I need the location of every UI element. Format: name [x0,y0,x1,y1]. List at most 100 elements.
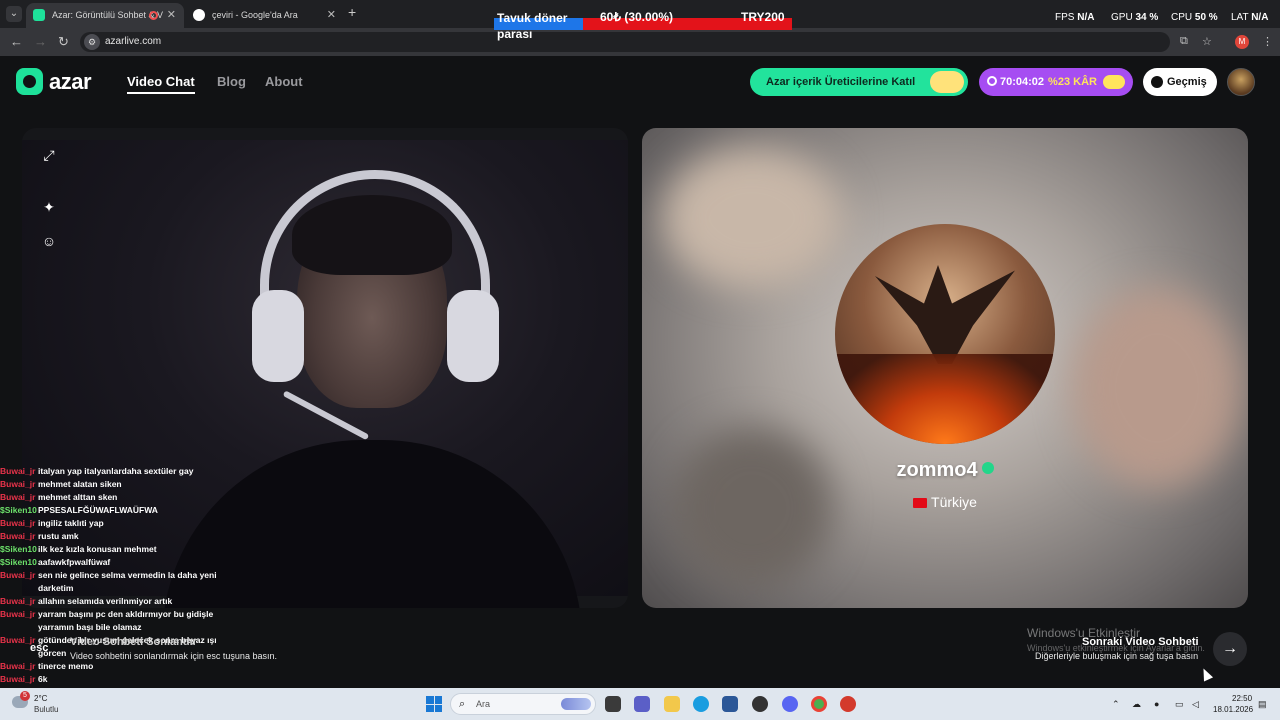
weather-temperature[interactable]: 2°C [34,694,47,703]
close-tab-icon[interactable]: ✕ [327,3,336,28]
chat-message: Buwai_jr mehmet alatan siken [0,478,240,491]
reload-icon[interactable]: ↻ [58,34,69,50]
partner-name: zommo4 [642,459,1248,482]
discord-icon[interactable] [782,696,798,712]
address-bar-row: ← → ↻ ⚙ azarlive.com ⧉ ☆ ⋮ [0,28,1280,56]
task-view-icon[interactable] [605,696,621,712]
nav-blog[interactable]: Blog [217,74,246,89]
forward-icon[interactable]: → [34,34,47,49]
show-hidden-icons-icon[interactable]: ⌃ [1112,699,1120,710]
chat-text: ingiliz taklıti yap [38,518,104,528]
stat-value: 34 % [1135,12,1159,23]
chrome-icon[interactable] [811,696,827,712]
clock-date[interactable]: 18.01.2026 [1213,705,1253,714]
donation-amount: 60₺ (30.00%) [600,10,674,24]
clock-icon [987,76,997,86]
chat-username: Buwai_jr [0,570,36,580]
nav-video-chat[interactable]: Video Chat [127,74,195,94]
teams-icon[interactable] [634,696,650,712]
history-icon [1151,76,1163,88]
recording-icon [149,11,158,20]
creator-button-label: Azar içerik Üreticilerine Katıl [766,76,916,88]
nav-about[interactable]: About [265,74,303,89]
magic-wand-icon[interactable]: ✦ [40,198,58,216]
end-chat-subtitle: Video sohbetini sonlandırmak için esc tu… [70,651,277,661]
chat-username: $Siken10 [0,544,37,554]
chat-username: $Siken10 [0,557,37,567]
install-app-icon[interactable]: ⧉ [1180,35,1188,48]
tab-search-icon[interactable]: ⌄ [6,6,22,22]
chat-text: 6k [38,674,48,684]
clock-time[interactable]: 22:50 [1232,694,1252,703]
timer-profit-button[interactable]: 70:04:02 %23 KÂR [979,68,1133,96]
tab-azar[interactable]: Azar: Görüntülü Sohbet & V ✕ [26,3,184,28]
stat-label: FPS [1055,12,1075,23]
tab-title: çeviri - Google'da Ara [212,10,298,20]
taskbar-search-input[interactable]: ⌕ Ara [450,693,596,715]
end-chat-title: Video Sohbeti Sonlandır [70,636,197,648]
profit-value: %23 KÂR [1048,76,1097,88]
chat-text: mehmet alatan siken [38,479,122,489]
notifications-icon[interactable]: ▤ [1258,699,1267,710]
windows-start-icon[interactable] [426,696,442,712]
next-chat-arrow-icon[interactable]: → [1213,632,1247,666]
new-tab-icon[interactable]: + [348,4,356,20]
history-button[interactable]: Geçmiş [1143,68,1217,96]
expand-icon[interactable]: ⤢ [40,146,58,164]
site-info-icon[interactable]: ⚙ [84,34,100,50]
blurred-background [1072,288,1242,488]
url-text: azarlive.com [105,36,162,47]
fps-stat: FPS N/A [1055,12,1094,23]
chat-username: Buwai_jr [0,674,36,684]
chat-username: Buwai_jr [0,479,36,489]
file-explorer-icon[interactable] [664,696,680,712]
user-avatar[interactable] [1227,68,1255,96]
esc-key-hint[interactable]: esc [30,642,48,654]
url-field[interactable]: ⚙ azarlive.com [80,32,1170,52]
app-icon[interactable] [840,696,856,712]
store-icon[interactable] [722,696,738,712]
azar-favicon-icon [33,9,45,21]
weather-description[interactable]: Bulutlu [34,705,58,714]
timer-value: 70:04:02 [1000,76,1045,88]
chat-username: $Siken10 [0,505,37,515]
chat-text: yarram başını pc den akldırmıyor bu gidi… [38,609,214,632]
chat-text: aafawkfpwalfüwaf [38,557,111,567]
headphone-left-cup [252,290,304,382]
chat-message: Buwai_jr rustu amk [0,530,240,543]
obs-icon[interactable] [752,696,768,712]
bookmark-star-icon[interactable]: ☆ [1202,35,1212,48]
chat-message: Buwai_jr 6k [0,673,240,686]
logo-text: azar [49,68,92,94]
chat-message: Buwai_jr italyan yap italyanlardaha sextü… [0,465,240,478]
chat-message: Buwai_jr allahın selamıda verilnmiyor art… [0,595,240,608]
azar-logo[interactable]: azar [16,68,92,95]
close-tab-icon[interactable]: ✕ [167,3,176,28]
tab-google[interactable]: çeviri - Google'da Ara ✕ [186,3,344,28]
stat-label: LAT [1231,12,1249,23]
profile-avatar[interactable]: M [1235,35,1249,49]
tab-title: Azar: Görüntülü Sohbet & V [52,10,164,20]
chat-username: Buwai_jr [0,531,36,541]
back-icon[interactable]: ← [10,34,23,49]
stat-value: N/A [1251,12,1269,23]
chat-username: Buwai_jr [0,466,36,476]
weather-badge: 5 [20,691,30,701]
join-creators-button[interactable]: Azar içerik Üreticilerine Katıl [750,68,968,96]
windows-taskbar: 5 2°C Bulutlu ⌕ Ara ⌃ ☁ ● ▭ ◁ 22:50 18.0… [0,688,1280,720]
chat-text: allahın selamıda verilnmiyor artık [38,596,173,606]
volume-icon[interactable]: ◁ [1192,699,1199,710]
network-icon[interactable]: ☁ [1132,699,1141,710]
chat-username: Buwai_jr [0,661,36,671]
donation-goal-widget: Tavuk döner parası 60₺ (30.00%) TRY200 [494,10,792,41]
chrome-menu-icon[interactable]: ⋮ [1262,35,1273,48]
edge-icon[interactable] [693,696,709,712]
sticker-face-icon[interactable]: ☺ [40,232,58,250]
donation-title: Tavuk döner parası [497,11,568,41]
display-icon[interactable]: ▭ [1175,699,1184,710]
mouse-cursor-icon [1198,666,1214,682]
search-highlight-icon [561,698,591,710]
chat-message: $Siken10ilk kez kızla konusan mehmet [0,543,240,556]
fire-image [835,354,1055,444]
microphone-icon[interactable]: ● [1154,699,1159,709]
